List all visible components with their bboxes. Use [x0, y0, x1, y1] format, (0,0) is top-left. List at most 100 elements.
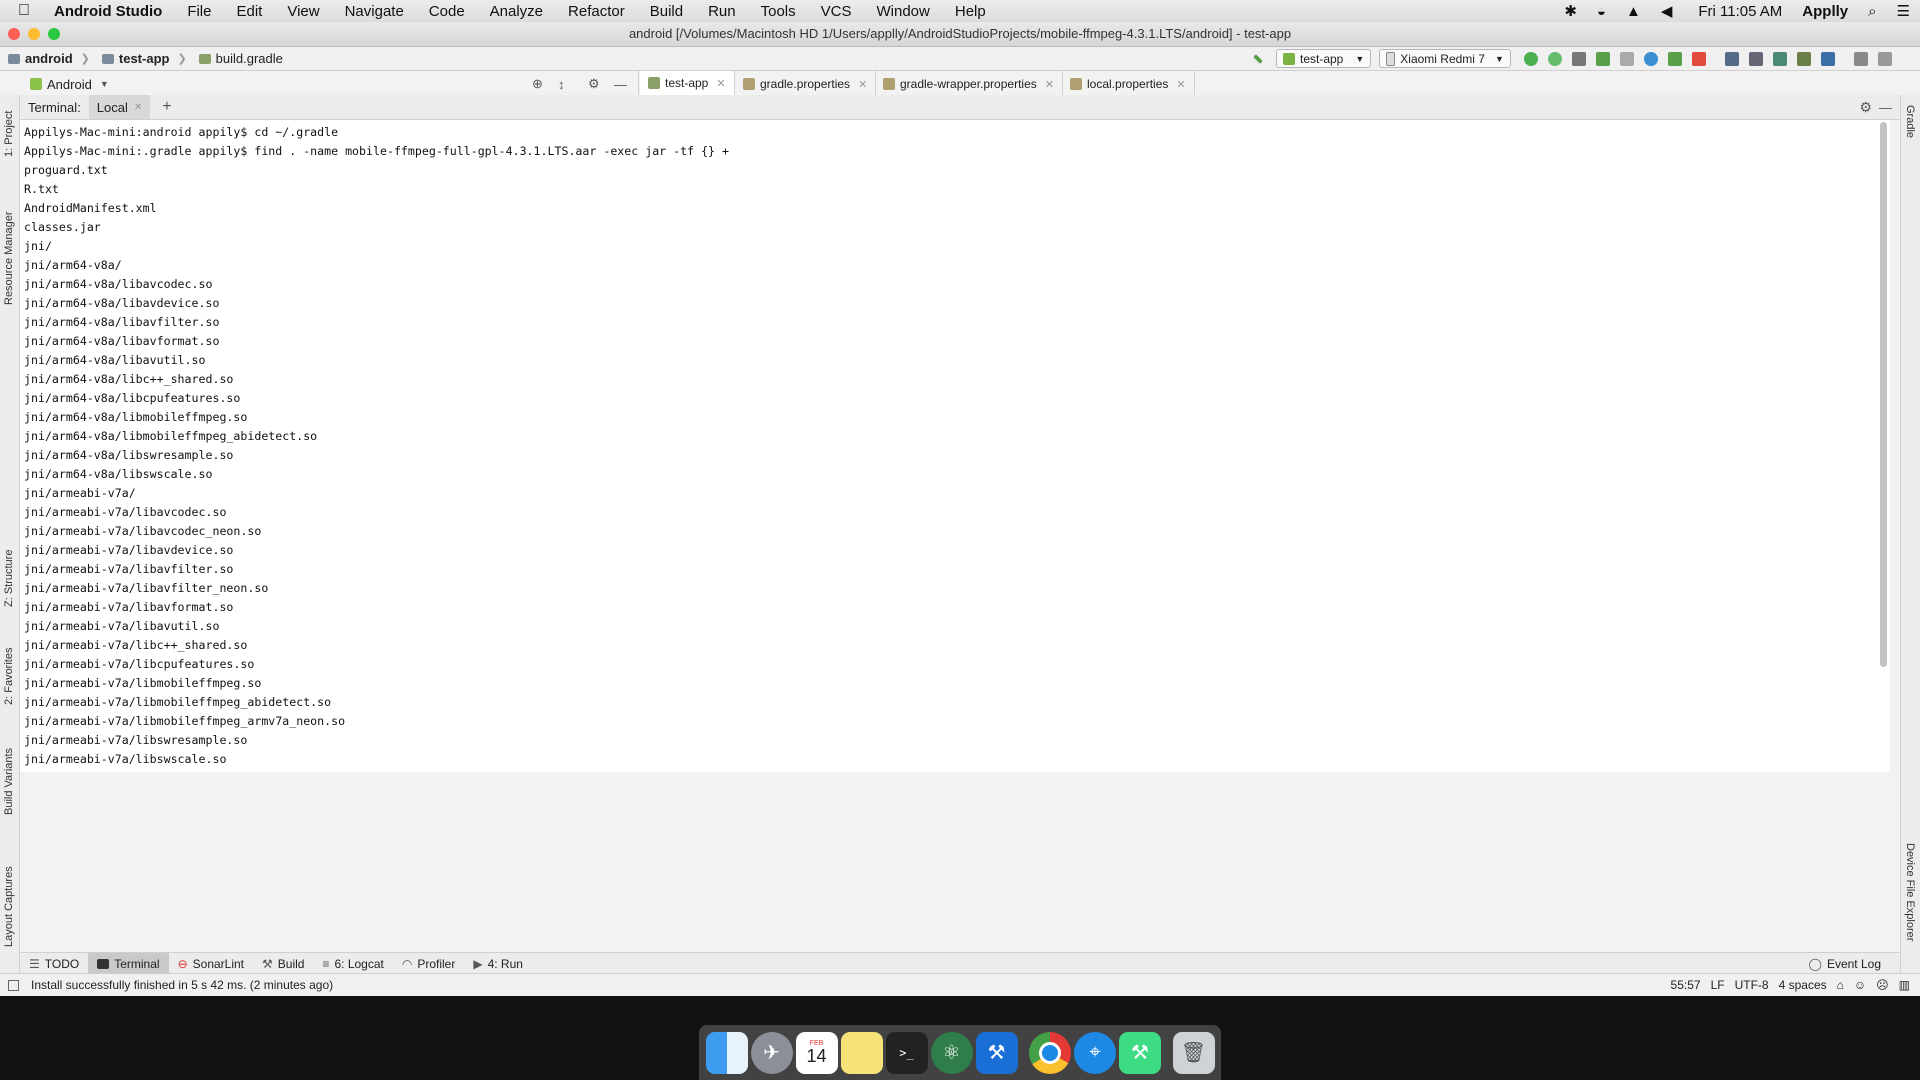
user-name[interactable]: Applly	[1802, 3, 1848, 20]
apply-changes-restart-icon[interactable]	[1523, 51, 1538, 66]
stop-icon[interactable]	[1691, 51, 1706, 66]
menu-help[interactable]: Help	[955, 3, 986, 20]
tab-local-properties[interactable]: local.properties ✕	[1062, 71, 1195, 97]
menu-refactor[interactable]: Refactor	[568, 3, 625, 20]
menu-app-name[interactable]: Android Studio	[54, 3, 162, 20]
menu-edit[interactable]: Edit	[236, 3, 262, 20]
settings-icon[interactable]: ⚙	[588, 76, 600, 92]
line-separator[interactable]: LF	[1711, 978, 1725, 992]
sdk-manager-icon[interactable]	[1796, 51, 1811, 66]
profile-icon[interactable]	[1643, 51, 1658, 66]
sync-project-icon[interactable]	[1748, 51, 1763, 66]
tool-gradle[interactable]: Gradle	[1904, 105, 1916, 138]
terminal-tab-local[interactable]: Local ✕	[88, 95, 151, 119]
tool-terminal[interactable]: Terminal	[88, 953, 169, 974]
tool-profiler[interactable]: ◠ Profiler	[393, 953, 465, 974]
run-icon[interactable]	[1571, 51, 1586, 66]
clock[interactable]: Fri 11:05 AM	[1698, 3, 1782, 20]
ide-features-icon[interactable]	[1877, 51, 1892, 66]
frown-icon[interactable]: ☹	[1876, 978, 1889, 992]
make-project-icon[interactable]	[1253, 53, 1263, 64]
menu-file[interactable]: File	[187, 3, 211, 20]
airplay-icon[interactable]: ▲	[1626, 3, 1641, 20]
tool-run[interactable]: ▶ 4: Run	[464, 953, 532, 974]
tool-build-variants[interactable]: Build Variants	[3, 748, 15, 815]
tab-test-app[interactable]: test-app ✕	[640, 71, 735, 97]
menu-navigate[interactable]: Navigate	[345, 3, 404, 20]
terminal-tab[interactable]: Local ✕	[89, 95, 150, 119]
close-window-icon[interactable]	[8, 28, 20, 40]
search-everywhere-icon[interactable]	[1853, 51, 1868, 66]
menu-tools[interactable]: Tools	[761, 3, 796, 20]
new-terminal-tab-icon[interactable]: +	[162, 98, 171, 116]
file-encoding[interactable]: UTF-8	[1735, 978, 1769, 992]
notes-icon[interactable]	[840, 1031, 883, 1074]
collapse-all-icon[interactable]: ↕	[558, 77, 565, 92]
avd-manager-icon[interactable]	[1772, 51, 1787, 66]
attach-debugger-icon[interactable]	[1667, 51, 1682, 66]
run-config-select[interactable]: test-app ▼	[1276, 49, 1372, 68]
debug-icon[interactable]	[1595, 51, 1610, 66]
apply-code-changes-icon[interactable]	[1547, 51, 1562, 66]
tool-project[interactable]: 1: Project	[3, 111, 15, 157]
chrome-icon[interactable]	[1029, 1031, 1071, 1074]
close-tab-icon[interactable]: ✕	[1045, 78, 1054, 91]
terminal-app-icon[interactable]: >_	[885, 1031, 928, 1074]
close-tab-icon[interactable]: ✕	[716, 77, 725, 90]
toggle-tool-windows-icon[interactable]	[8, 979, 19, 991]
breadcrumb-android[interactable]: android	[8, 51, 73, 66]
smiley-icon[interactable]: ☺	[1854, 978, 1866, 992]
spotlight-icon[interactable]: ⌕	[1868, 3, 1876, 20]
bluetooth-icon[interactable]: ✱	[1564, 2, 1577, 20]
tool-layout-captures[interactable]: Layout Captures	[3, 866, 15, 947]
menu-view[interactable]: View	[287, 3, 319, 20]
menu-code[interactable]: Code	[429, 3, 465, 20]
minimize-window-icon[interactable]	[28, 28, 40, 40]
menu-run[interactable]: Run	[708, 3, 736, 20]
wifi-icon[interactable]: ◒	[1597, 3, 1606, 20]
hide-panel-icon[interactable]: —	[1879, 100, 1892, 115]
tool-event-log[interactable]: ◯ Event Log	[1800, 953, 1890, 974]
launchpad-icon[interactable]: ✈	[750, 1031, 793, 1074]
settings-icon[interactable]: ⚙	[1859, 99, 1872, 116]
tool-build[interactable]: ⚒ Build	[253, 953, 313, 974]
menu-build[interactable]: Build	[650, 3, 683, 20]
maps-pin-icon[interactable]: ⌖	[1074, 1031, 1116, 1074]
tool-sonarlint[interactable]: ⊖ SonarLint	[169, 953, 253, 974]
tool-logcat[interactable]: ≡ 6: Logcat	[313, 953, 392, 974]
atom-icon[interactable]: ⚛	[930, 1031, 973, 1074]
chevron-down-icon[interactable]: ▼	[100, 79, 109, 89]
locate-file-icon[interactable]: ⊕	[532, 76, 543, 92]
tool-device-file-explorer[interactable]: Device File Explorer	[1904, 843, 1916, 941]
cursor-position[interactable]: 55:57	[1671, 978, 1701, 992]
xcode-icon[interactable]: ⚒	[975, 1031, 1018, 1074]
volume-icon[interactable]: ◀	[1661, 2, 1673, 20]
tool-todo[interactable]: ☰ TODO	[20, 953, 88, 974]
zoom-window-icon[interactable]	[48, 28, 60, 40]
finder-icon[interactable]	[705, 1031, 748, 1074]
project-structure-icon[interactable]	[1724, 51, 1739, 66]
indent-setting[interactable]: 4 spaces	[1779, 978, 1827, 992]
tool-favorites[interactable]: 2: Favorites	[3, 648, 15, 705]
android-studio-icon[interactable]: ⚒	[1119, 1031, 1161, 1074]
tool-resource-manager[interactable]: Resource Manager	[3, 211, 15, 305]
menu-analyze[interactable]: Analyze	[490, 3, 543, 20]
trash-icon[interactable]: 🗑	[1172, 1031, 1215, 1074]
lock-icon[interactable]: ⌂	[1837, 978, 1844, 992]
tab-gradle-properties[interactable]: gradle.properties ✕	[735, 71, 877, 97]
close-tab-icon[interactable]: ✕	[134, 102, 142, 113]
tab-gradle-wrapper-properties[interactable]: gradle-wrapper.properties ✕	[875, 71, 1063, 97]
project-view-select[interactable]: Android	[47, 77, 92, 92]
coverage-icon[interactable]	[1619, 51, 1634, 66]
apple-icon[interactable]: 	[18, 2, 40, 20]
calendar-icon[interactable]: FEB 14	[795, 1031, 838, 1074]
notification-center-icon[interactable]: ☰	[1897, 2, 1910, 20]
status-message[interactable]: Install successfully finished in 5 s 42 …	[31, 978, 333, 992]
hide-panel-icon[interactable]: —	[614, 77, 627, 92]
terminal-scrollbar[interactable]	[1880, 122, 1887, 667]
device-select[interactable]: Xiaomi Redmi 7 ▼	[1379, 49, 1511, 68]
trash-icon[interactable]: ▥	[1899, 978, 1910, 992]
menu-vcs[interactable]: VCS	[821, 3, 852, 20]
close-tab-icon[interactable]: ✕	[858, 78, 867, 91]
menu-window[interactable]: Window	[877, 3, 930, 20]
